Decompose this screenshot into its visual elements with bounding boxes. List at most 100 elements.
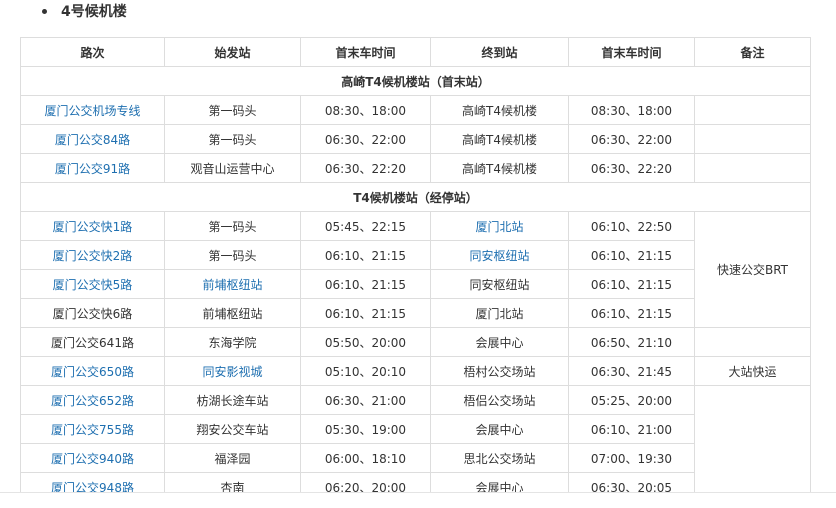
destination-text: 高崎T4候机楼 [462, 161, 537, 176]
times-first-cell: 06:10、21:15 [300, 269, 431, 299]
route-link[interactable]: 厦门公交快5路 [53, 278, 133, 292]
destination-text: 会展中心 [475, 335, 524, 350]
route-link[interactable]: 厦门公交快2路 [53, 249, 133, 263]
origin-cell: 枋湖长途车站 [164, 385, 301, 415]
times-second-text: 06:30、22:00 [590, 132, 673, 147]
times-first-text: 05:50、20:00 [324, 335, 407, 350]
times-second-text: 06:10、21:15 [590, 277, 673, 292]
origin-text: 前埔枢纽站 [202, 306, 263, 321]
origin-cell: 东海学院 [164, 327, 301, 357]
times-first-cell: 06:10、21:15 [300, 240, 431, 270]
times-first-text: 06:30、22:00 [324, 132, 407, 147]
route-cell: 厦门公交机场专线 [20, 95, 165, 125]
times-first-cell: 08:30、18:00 [300, 95, 431, 125]
times-first-text: 06:30、22:20 [324, 161, 407, 176]
destination-cell: 同安枢纽站 [430, 269, 569, 299]
route-link[interactable]: 厦门公交91路 [55, 162, 130, 176]
table-row: 厦门公交91路 观音山运营中心 06:30、22:20 高崎T4候机楼 06:30、22… [20, 153, 811, 183]
destination-cell: 高崎T4候机楼 [430, 95, 569, 125]
origin-link[interactable]: 同安影视城 [202, 365, 262, 379]
origin-text: 观音山运营中心 [190, 161, 275, 176]
table-row: 厦门公交快2路 第一码头 06:10、21:15 同安枢纽站 06:10、21:15 [20, 240, 811, 270]
route-link[interactable]: 厦门公交650路 [51, 365, 134, 379]
times-second-text: 07:00、19:30 [590, 451, 673, 466]
destination-cell: 高崎T4候机楼 [430, 124, 569, 154]
route-link[interactable]: 厦门公交机场专线 [44, 104, 140, 118]
destination-text: 同安枢纽站 [469, 277, 530, 292]
destination-cell: 厦门北站 [430, 298, 569, 328]
times-second-cell: 06:10、21:15 [568, 269, 695, 299]
times-first-cell: 06:10、21:15 [300, 298, 431, 328]
times-first-text: 06:00、18:10 [324, 451, 407, 466]
route-cell: 厦门公交755路 [20, 414, 165, 444]
table-row: 厦门公交940路 福泽园 06:00、18:10 思北公交场站 07:00、19:30 [20, 443, 811, 473]
times-second-cell: 06:30、22:00 [568, 124, 695, 154]
destination-text: 思北公交场站 [463, 451, 536, 466]
route-cell: 厦门公交940路 [20, 443, 165, 473]
origin-text: 第一码头 [208, 103, 257, 118]
header-route: 路次 [20, 37, 165, 67]
notes-cell: 大站快运 [694, 356, 811, 386]
table-row: 厦门公交84路 第一码头 06:30、22:00 高崎T4候机楼 06:30、22:00 [20, 124, 811, 154]
times-second-text: 06:10、21:00 [590, 422, 673, 437]
times-first-cell: 05:10、20:10 [300, 356, 431, 386]
route-link[interactable]: 厦门公交84路 [55, 133, 130, 147]
header-times-second: 首末车时间 [568, 37, 695, 67]
section-title: 高崎T4候机楼站（首末站） [20, 66, 811, 96]
origin-text: 东海学院 [208, 335, 257, 350]
destination-link[interactable]: 厦门北站 [475, 220, 523, 234]
times-second-text: 06:10、21:15 [590, 248, 673, 263]
destination-cell: 高崎T4候机楼 [430, 153, 569, 183]
times-second-cell: 06:10、22:50 [568, 211, 695, 241]
route-text: 厦门公交快6路 [52, 306, 133, 321]
route-link[interactable]: 厦门公交快1路 [53, 220, 133, 234]
table-body: 高崎T4候机楼站（首末站） 厦门公交机场专线 第一码头 08:30、18:00 高崎T4… [20, 66, 811, 502]
route-cell: 厦门公交快2路 [20, 240, 165, 270]
route-link[interactable]: 厦门公交940路 [51, 452, 134, 466]
destination-cell: 厦门北站 [430, 211, 569, 241]
header-notes: 备注 [694, 37, 811, 67]
origin-link[interactable]: 前埔枢纽站 [202, 278, 262, 292]
times-second-cell: 06:30、21:45 [568, 356, 695, 386]
times-second-cell: 05:25、20:00 [568, 385, 695, 415]
destination-cell: 梧侣公交场站 [430, 385, 569, 415]
route-cell: 厦门公交641路 [20, 327, 165, 357]
destination-text: 高崎T4候机楼 [462, 132, 537, 147]
times-first-text: 05:30、19:00 [324, 422, 407, 437]
page-bottom-edge [0, 492, 836, 508]
times-second-text: 08:30、18:00 [590, 103, 673, 118]
table-row: 厦门公交快6路 前埔枢纽站 06:10、21:15 厦门北站 06:10、21:15 [20, 298, 811, 328]
route-link[interactable]: 厦门公交652路 [51, 394, 134, 408]
header-destination: 终到站 [430, 37, 569, 67]
origin-text: 第一码头 [208, 248, 257, 263]
route-cell: 厦门公交84路 [20, 124, 165, 154]
times-first-text: 06:30、21:00 [324, 393, 407, 408]
origin-cell: 第一码头 [164, 124, 301, 154]
destination-cell: 会展中心 [430, 414, 569, 444]
destination-text: 高崎T4候机楼 [462, 103, 537, 118]
destination-link[interactable]: 同安枢纽站 [469, 249, 529, 263]
times-first-cell: 06:30、22:00 [300, 124, 431, 154]
route-link[interactable]: 厦门公交755路 [51, 423, 134, 437]
table-row: 厦门公交755路 翔安公交车站 05:30、19:00 会展中心 06:10、21:00 [20, 414, 811, 444]
destination-text: 梧村公交场站 [463, 364, 536, 379]
times-second-cell: 06:10、21:15 [568, 298, 695, 328]
times-first-text: 05:10、20:10 [324, 364, 407, 379]
times-second-text: 06:10、21:15 [590, 306, 673, 321]
times-second-cell: 06:10、21:15 [568, 240, 695, 270]
table-row: 厦门公交641路 东海学院 05:50、20:00 会展中心 06:50、21:10 [20, 327, 811, 357]
origin-text: 枋湖长途车站 [196, 393, 269, 408]
destination-text: 会展中心 [475, 422, 524, 437]
section-title: T4候机楼站（经停站） [20, 182, 811, 212]
origin-cell: 第一码头 [164, 240, 301, 270]
times-first-cell: 06:30、21:00 [300, 385, 431, 415]
header-origin: 始发站 [164, 37, 301, 67]
times-first-text: 06:10、21:15 [324, 248, 407, 263]
origin-cell: 第一码头 [164, 211, 301, 241]
notes-cell [694, 153, 811, 183]
bullet-icon [42, 8, 47, 14]
times-first-text: 08:30、18:00 [324, 103, 407, 118]
times-second-text: 05:25、20:00 [590, 393, 673, 408]
destination-text: 梧侣公交场站 [463, 393, 536, 408]
origin-cell: 福泽园 [164, 443, 301, 473]
